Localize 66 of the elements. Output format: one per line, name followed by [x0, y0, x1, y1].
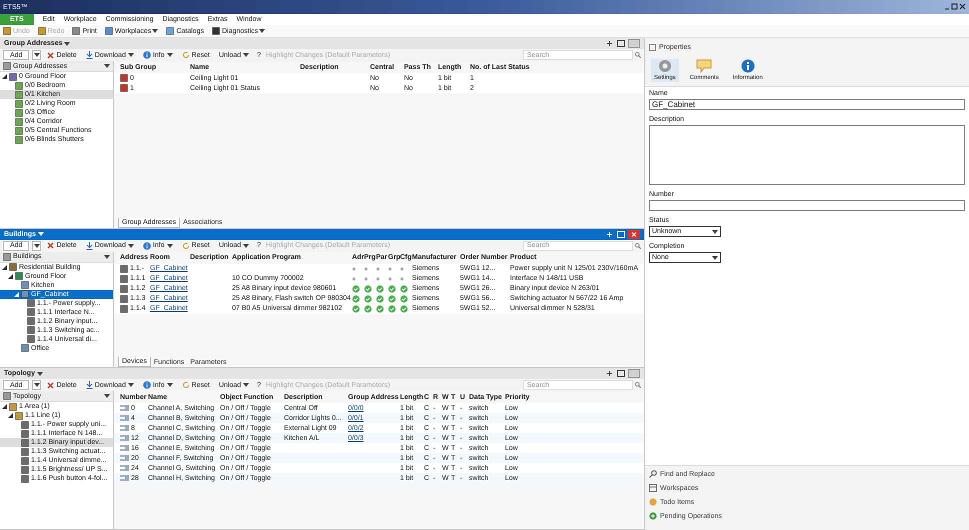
caret-icon [34, 53, 40, 57]
caret-icon [166, 244, 173, 248]
description-field[interactable] [649, 125, 965, 185]
caret-icon [104, 394, 110, 398]
pin-icon[interactable] [606, 370, 613, 378]
caret-icon [104, 254, 110, 259]
object-arrows-icon [120, 434, 129, 442]
collapse-arrow-icon[interactable] [2, 74, 7, 79]
caret-icon [128, 383, 134, 388]
caret-icon [243, 244, 250, 248]
add-dropdown-button[interactable] [32, 380, 42, 390]
delete-cross-icon [47, 382, 54, 389]
caret-icon [166, 53, 173, 57]
delete-cross-icon [47, 242, 54, 250]
reset-icon [182, 381, 190, 390]
pin-icon[interactable] [606, 40, 613, 47]
add-dropdown-button[interactable] [32, 240, 42, 251]
download-icon [86, 381, 93, 390]
caret-icon [38, 232, 44, 236]
search-icon [635, 242, 641, 249]
pending-icon [649, 512, 657, 520]
caret-icon [128, 244, 134, 248]
window-controls-icon[interactable] [944, 3, 966, 11]
collapse-arrow-icon[interactable] [8, 413, 13, 418]
gear-icon [658, 59, 672, 73]
caret-icon[interactable] [259, 29, 266, 33]
text-field[interactable] [649, 200, 965, 211]
collapse-arrow-icon[interactable] [2, 264, 7, 270]
maximize-icon[interactable] [617, 40, 625, 47]
caret-icon [64, 42, 70, 46]
object-arrows-icon [120, 464, 129, 472]
object-arrows-icon [120, 474, 129, 482]
caret-icon [34, 244, 40, 248]
todo-icon [649, 498, 657, 506]
search-icon [635, 382, 641, 388]
text-field[interactable]: GF_Cabinet [649, 99, 965, 110]
object-arrows-icon [120, 404, 129, 412]
caret-icon [243, 53, 250, 57]
download-icon [86, 51, 93, 59]
reset-icon [182, 51, 190, 59]
object-arrows-icon [120, 424, 129, 432]
caret-icon [104, 64, 110, 68]
workspace-icon [649, 484, 657, 492]
caret-icon [34, 383, 40, 388]
object-arrows-icon [120, 414, 129, 422]
reset-icon [182, 242, 190, 250]
collapse-arrow-icon[interactable] [8, 274, 13, 279]
caret-icon [166, 383, 173, 388]
caret-icon [712, 230, 718, 234]
caret-icon [128, 53, 134, 57]
comment-icon [696, 59, 712, 73]
collapse-arrow-icon[interactable] [2, 404, 7, 410]
info-icon [740, 59, 755, 73]
object-arrows-icon [120, 444, 129, 452]
caret-icon [712, 256, 718, 260]
search-icon [635, 52, 641, 58]
add-dropdown-button[interactable] [32, 50, 42, 60]
caret-icon [243, 383, 250, 388]
caret-icon[interactable] [152, 29, 158, 33]
object-arrows-icon [120, 454, 129, 462]
download-icon [86, 242, 93, 250]
search-icon [649, 470, 657, 478]
close-icon[interactable] [628, 230, 640, 239]
delete-cross-icon [47, 52, 54, 58]
maximize-icon[interactable] [617, 370, 625, 378]
caret-icon [36, 372, 43, 376]
